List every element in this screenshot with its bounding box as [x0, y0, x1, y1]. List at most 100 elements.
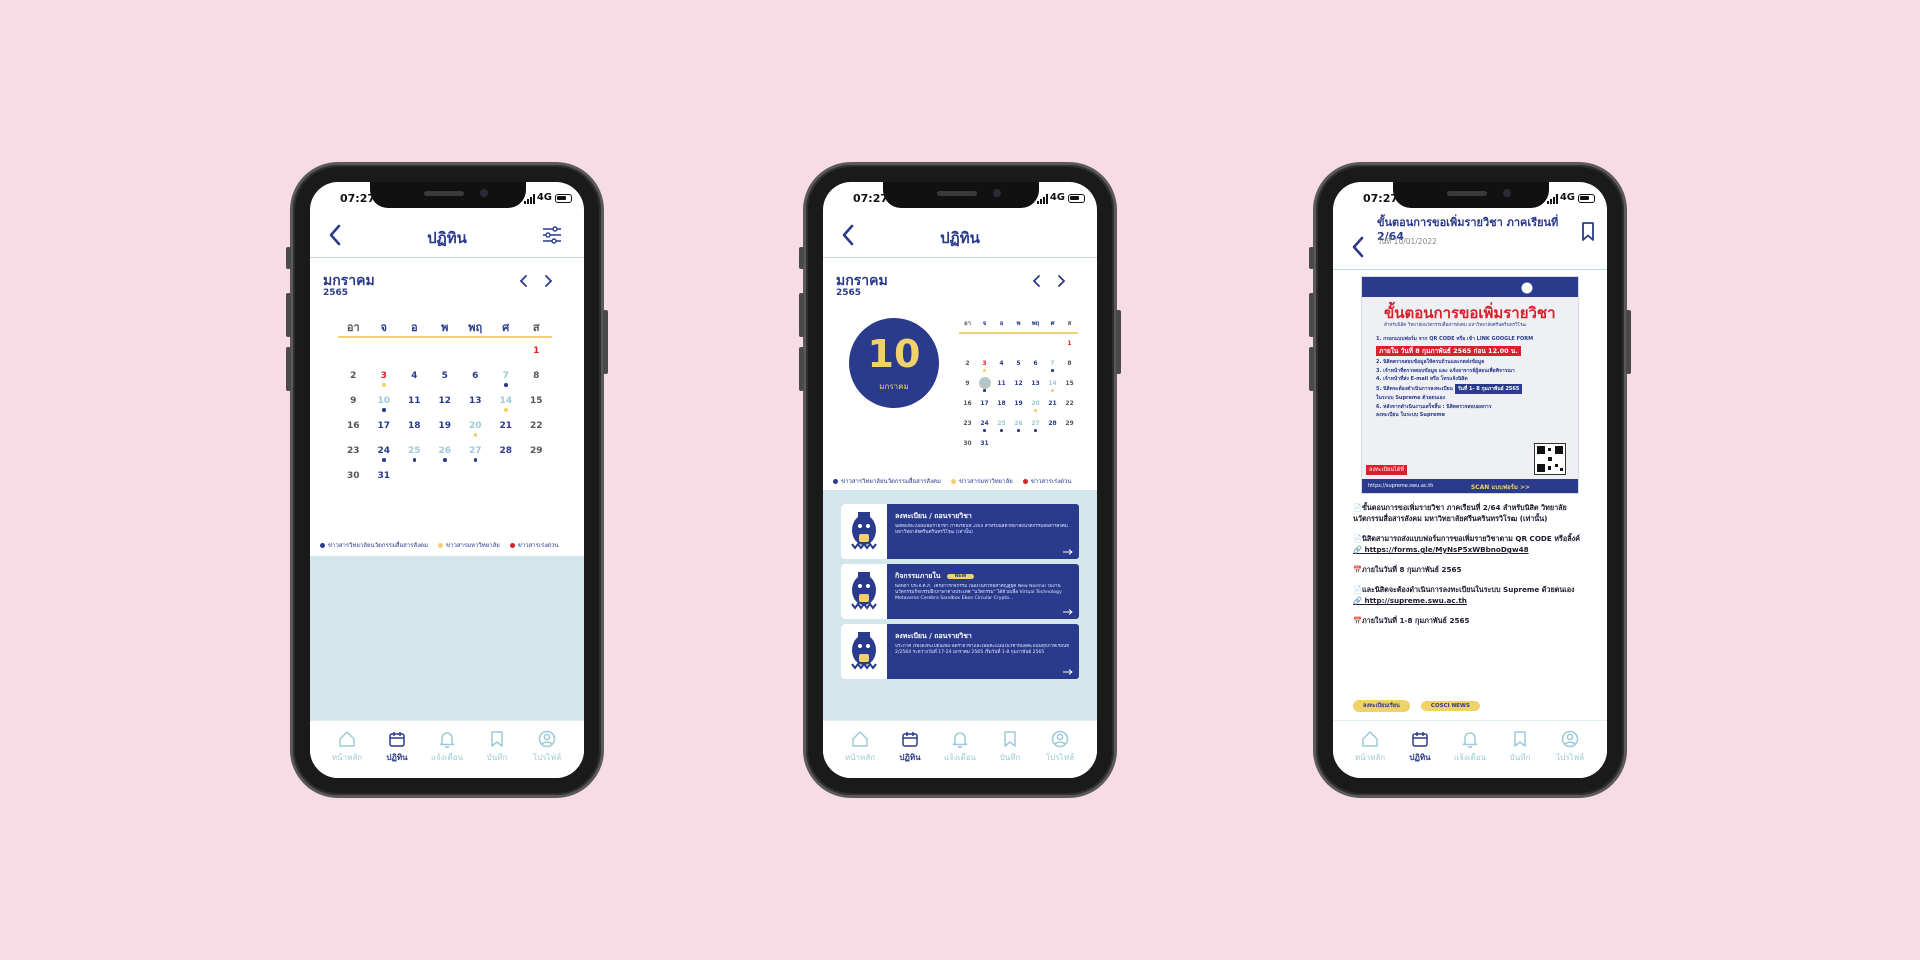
calendar-day[interactable]: 8 [1061, 360, 1078, 367]
supreme-link[interactable]: 🔗 http://supreme.swu.ac.th [1353, 596, 1467, 605]
calendar-day[interactable]: 27 [1027, 420, 1044, 427]
tab-home[interactable]: หน้าหลัก [1345, 729, 1395, 764]
calendar-day[interactable]: 30 [338, 471, 369, 481]
calendar-day[interactable]: 24 [976, 420, 993, 427]
event-card[interactable]: ลงทะเบียน / ถอนรายวิชา นิสิตลงทะเบียนเพิ่… [841, 504, 1079, 559]
calendar-day[interactable]: 6 [1027, 360, 1044, 367]
month-nav[interactable] [518, 274, 554, 288]
calendar-day[interactable]: 23 [338, 446, 369, 456]
tab-home[interactable]: หน้าหลัก [835, 729, 885, 764]
calendar-day[interactable]: 21 [1044, 400, 1061, 407]
calendar-day[interactable]: 14 [1044, 380, 1061, 387]
tab-calendar[interactable]: ปฏิทิน [885, 729, 935, 764]
calendar-day[interactable]: 5 [1010, 360, 1027, 367]
calendar-day[interactable]: 18 [399, 421, 430, 431]
tab-notifications[interactable]: แจ้งเตือน [422, 729, 472, 764]
arrow-right-icon[interactable] [1063, 609, 1073, 615]
calendar-day[interactable]: 26 [1010, 420, 1027, 427]
event-card[interactable]: ลงทะเบียน / ถอนรายวิชา ประกาศ เรื่องลงทะเ… [841, 624, 1079, 679]
event-card[interactable]: กิจกรรมภายใน NEW พลพยา ประจ.ศ.ภ. โครงการกิ… [841, 564, 1079, 619]
tab-home[interactable]: หน้าหลัก [322, 729, 372, 764]
poster-url: https://supreme.swu.ac.th [1368, 483, 1434, 489]
calendar-day[interactable]: 17 [369, 421, 400, 431]
calendar-grid: อาจอพพฤศส 1 2 3 4 5 6 7 8 9 10 11 12 13 14 15 16 17 18 19 20… [338, 318, 554, 528]
calendar-day[interactable]: 12 [430, 396, 461, 406]
calendar-day[interactable]: 3 [369, 371, 400, 381]
calendar-day[interactable]: 6 [460, 371, 491, 381]
calendar-day[interactable]: 8 [521, 371, 552, 381]
poster-step: 5. นิสิตจะต้องดำเนินการลงทะเบียน [1376, 385, 1453, 392]
calendar-day[interactable]: 14 [491, 396, 522, 406]
calendar-day[interactable]: 11 [399, 396, 430, 406]
poster-footer: https://supreme.swu.ac.th SCAN แบบฟอร์ม … [1362, 479, 1578, 493]
calendar-day[interactable]: 2 [959, 360, 976, 367]
tag-chip[interactable]: ลงทะเบียนเรียน [1353, 700, 1410, 712]
calendar-day[interactable]: 4 [993, 360, 1010, 367]
calendar-day[interactable]: 13 [460, 396, 491, 406]
calendar-day[interactable]: 9 [959, 380, 976, 387]
calendar-day[interactable]: 22 [521, 421, 552, 431]
tab-profile[interactable]: โปรไฟล์ [1035, 729, 1085, 764]
calendar-day[interactable]: 2 [338, 371, 369, 381]
arrow-right-icon[interactable] [1063, 669, 1073, 675]
calendar-day[interactable]: 10 [369, 396, 400, 406]
calendar-day[interactable]: 30 [959, 440, 976, 447]
calendar-day[interactable]: 21 [491, 421, 522, 431]
tab-profile[interactable]: โปรไฟล์ [1545, 729, 1595, 764]
calendar-day[interactable]: 3 [976, 360, 993, 367]
tab-notifications[interactable]: แจ้งเตือน [935, 729, 985, 764]
calendar-day[interactable]: 7 [491, 371, 522, 381]
event-dot [443, 458, 447, 462]
calendar-day[interactable]: 28 [491, 446, 522, 456]
calendar-day[interactable]: 4 [399, 371, 430, 381]
calendar-day[interactable]: 1 [521, 346, 552, 356]
calendar-day[interactable]: 9 [338, 396, 369, 406]
legend-dot-icon [1022, 479, 1028, 484]
filter-icon[interactable] [542, 226, 562, 244]
calendar-day[interactable]: 15 [521, 396, 552, 406]
tab-profile[interactable]: โปรไฟล์ [522, 729, 572, 764]
calendar-day[interactable]: 1 [1061, 340, 1078, 347]
calendar-day[interactable]: 7 [1044, 360, 1061, 367]
calendar-day[interactable]: 20 [460, 421, 491, 431]
month-nav[interactable] [1031, 274, 1067, 288]
calendar-day[interactable]: 16 [338, 421, 369, 431]
calendar-day[interactable]: 15 [1061, 380, 1078, 387]
calendar-day[interactable]: 26 [430, 446, 461, 456]
calendar-day[interactable]: 22 [1061, 400, 1078, 407]
calendar-day[interactable]: 19 [1010, 400, 1027, 407]
calendar-day[interactable]: 18 [993, 400, 1010, 407]
calendar-day[interactable]: 16 [959, 400, 976, 407]
tab-calendar[interactable]: ปฏิทิน [1395, 729, 1445, 764]
calendar-day[interactable]: 25 [993, 420, 1010, 427]
back-icon[interactable] [1349, 236, 1367, 258]
calendar-day[interactable]: 13 [1027, 380, 1044, 387]
calendar-day[interactable]: 27 [460, 446, 491, 456]
calendar-day[interactable]: 12 [1010, 380, 1027, 387]
tab-saved[interactable]: บันทึก [1495, 729, 1545, 764]
event-dot [504, 408, 508, 412]
calendar-day[interactable]: 24 [369, 446, 400, 456]
calendar-day[interactable]: 23 [959, 420, 976, 427]
calendar-day[interactable]: 29 [521, 446, 552, 456]
calendar-day[interactable]: 10 [978, 377, 991, 389]
form-link[interactable]: 🔗 https://forms.gle/MyNsP5xWBbnoDgw48 [1353, 545, 1529, 554]
calendar-day[interactable]: 29 [1061, 420, 1078, 427]
calendar-day[interactable]: 28 [1044, 420, 1061, 427]
calendar-day[interactable]: 5 [430, 371, 461, 381]
tab-saved[interactable]: บันทึก [472, 729, 522, 764]
tab-saved[interactable]: บันทึก [985, 729, 1035, 764]
calendar-day[interactable]: 19 [430, 421, 461, 431]
calendar-day[interactable]: 31 [976, 440, 993, 447]
tag-chip[interactable]: COSCI NEWS [1420, 701, 1480, 711]
calendar-day[interactable]: 25 [399, 446, 430, 456]
calendar-day[interactable]: 20 [1027, 400, 1044, 407]
bookmark-icon[interactable] [1581, 222, 1595, 242]
calendar-day[interactable]: 31 [369, 471, 400, 481]
calendar-day[interactable]: 11 [993, 380, 1010, 387]
weekday-label: พฤ [1031, 320, 1040, 327]
tab-calendar[interactable]: ปฏิทิน [372, 729, 422, 764]
calendar-day[interactable]: 17 [976, 400, 993, 407]
tab-notifications[interactable]: แจ้งเตือน [1445, 729, 1495, 764]
arrow-right-icon[interactable] [1063, 549, 1073, 555]
